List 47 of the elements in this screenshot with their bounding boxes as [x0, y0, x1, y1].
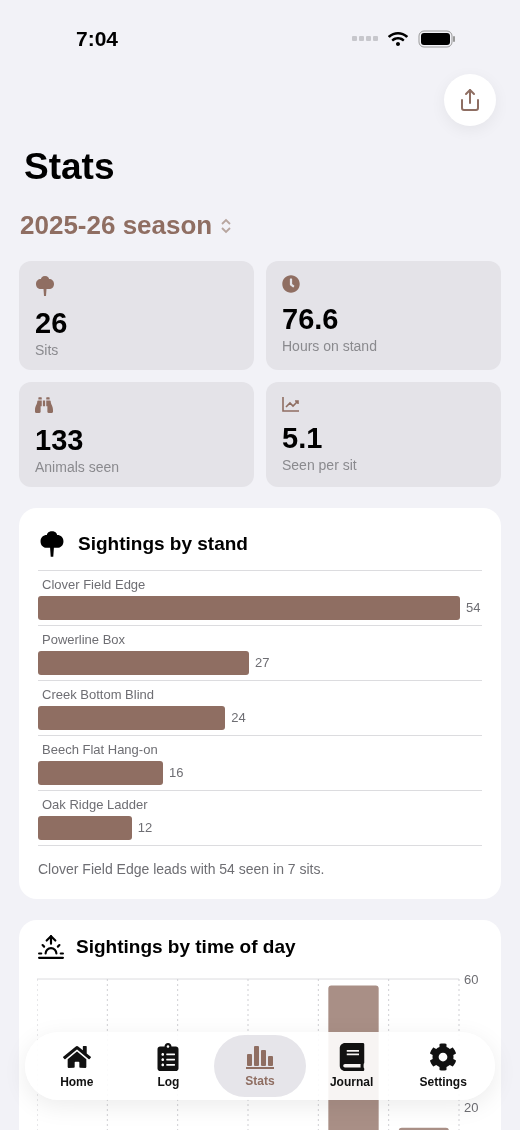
sightings-count: 12	[137, 820, 153, 835]
settings-icon	[429, 1043, 458, 1071]
sightings-count: 16	[168, 765, 184, 780]
tab-item[interactable]: Journal	[305, 1035, 398, 1097]
sunrise-icon	[38, 934, 64, 960]
sightings-count: 54	[466, 600, 481, 615]
stand-name: Powerline Box	[41, 632, 127, 647]
tree-icon	[38, 530, 66, 558]
binoculars-icon	[35, 396, 53, 414]
axis-tick-label: 60	[464, 972, 479, 987]
tab-item[interactable]: Home	[31, 1035, 123, 1097]
share-button[interactable]	[444, 74, 496, 126]
card-title: Sightings by stand	[78, 533, 248, 555]
tab-item[interactable]: Log	[122, 1035, 215, 1097]
status-time: 7:04	[76, 27, 119, 51]
stat-label: Animals seen	[35, 459, 121, 475]
book-icon	[337, 1043, 366, 1071]
axis-tick-label: 20	[464, 1100, 479, 1115]
sightings-count: 24	[231, 710, 246, 725]
tab-item[interactable]: Settings	[397, 1035, 489, 1097]
stat-label: Hours on stand	[282, 338, 378, 354]
card-title: Sightings by time of day	[76, 936, 296, 958]
stat-value: 5.1	[282, 422, 324, 455]
tree-icon	[35, 275, 55, 297]
bar-chart-icon	[245, 1044, 275, 1070]
tab-item[interactable]: Stats	[214, 1035, 306, 1097]
stat-value: 133	[35, 424, 85, 457]
signal-icon	[352, 36, 378, 42]
season-picker[interactable]: 2025-26 season	[20, 210, 233, 241]
line-chart-icon	[282, 396, 300, 412]
battery-icon	[418, 30, 456, 48]
share-icon	[458, 88, 482, 112]
stand-name: Oak Ridge Ladder	[41, 797, 149, 812]
stand-name: Creek Bottom Blind	[41, 687, 155, 702]
stand-name: Beech Flat Hang-on	[41, 742, 159, 757]
stand-name: Clover Field Edge	[41, 577, 147, 592]
clock-icon	[282, 275, 300, 293]
stat-label: Seen per sit	[282, 457, 358, 473]
sightings-count: 27	[255, 655, 270, 670]
chevron-updown-icon	[220, 216, 233, 235]
stat-value: 26	[35, 307, 69, 340]
page-title: Stats	[24, 146, 116, 188]
stat-label: Sits	[35, 342, 60, 358]
stat-value: 76.6	[282, 303, 340, 336]
summary-text: Clover Field Edge leads with 54 seen in 7 sits.	[38, 845, 482, 877]
wifi-icon	[388, 29, 408, 49]
home-icon	[62, 1043, 91, 1071]
